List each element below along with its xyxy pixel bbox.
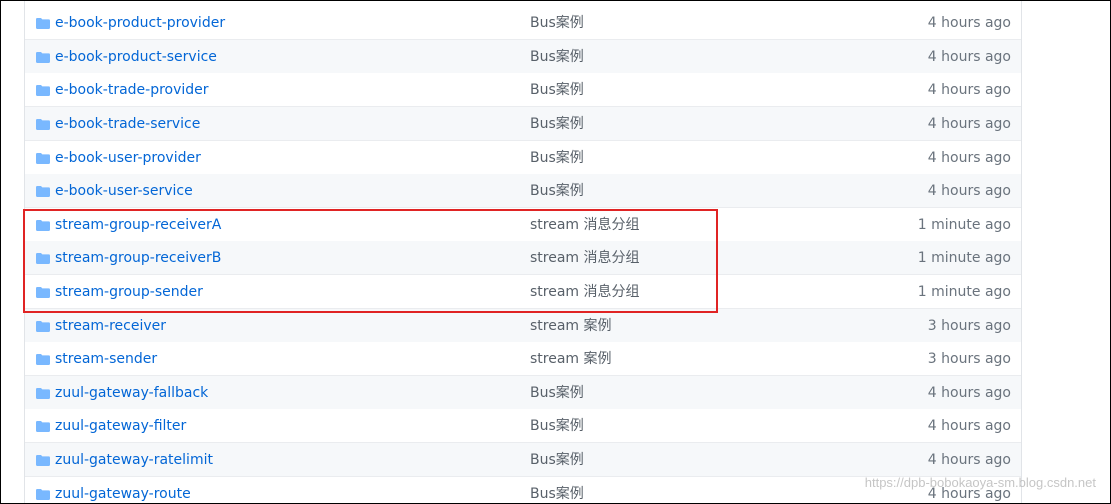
commit-message[interactable]: Bus案例 [530, 148, 584, 168]
commit-message[interactable]: Bus案例 [530, 80, 584, 100]
table-row: stream-group-receiverB stream 消息分组 1 min… [25, 241, 1021, 275]
commit-message[interactable]: Bus案例 [530, 13, 584, 33]
folder-icon [36, 489, 50, 500]
folder-icon [36, 354, 50, 365]
file-name-link[interactable]: stream-group-sender [55, 282, 203, 302]
commit-age: 1 minute ago [917, 217, 1011, 233]
table-row: e-book-trade-service Bus案例 4 hours ago [25, 107, 1021, 141]
file-name-link[interactable]: stream-group-receiverA [55, 215, 221, 235]
file-name-link[interactable]: e-book-product-provider [55, 13, 225, 33]
file-name-link[interactable]: e-book-user-service [55, 181, 193, 201]
commit-message[interactable]: stream 消息分组 [530, 248, 640, 268]
table-row: e-book-user-provider Bus案例 4 hours ago [25, 141, 1021, 175]
file-list: e-book-product-provider Bus案例 4 hours ag… [24, 1, 1022, 503]
folder-icon [36, 186, 50, 197]
folder-icon [36, 85, 50, 96]
folder-icon [36, 388, 50, 399]
table-row: stream-receiver stream 案例 3 hours ago [25, 309, 1021, 343]
commit-age: 1 minute ago [917, 250, 1011, 266]
table-row: e-book-trade-provider Bus案例 4 hours ago [25, 73, 1021, 107]
table-row: stream-group-sender stream 消息分组 1 minute… [25, 275, 1021, 309]
commit-age: 4 hours ago [927, 15, 1011, 31]
folder-icon [36, 287, 50, 298]
file-name-link[interactable]: e-book-user-provider [55, 148, 201, 168]
commit-age: 4 hours ago [927, 49, 1011, 65]
folder-icon [36, 421, 50, 432]
commit-message[interactable]: Bus案例 [530, 114, 584, 134]
commit-message[interactable]: stream 消息分组 [530, 215, 640, 235]
folder-icon [36, 119, 50, 130]
commit-age: 3 hours ago [927, 318, 1011, 334]
file-name-link[interactable]: zuul-gateway-fallback [55, 383, 208, 403]
table-row: zuul-gateway-fallback Bus案例 4 hours ago [25, 376, 1021, 410]
table-row: stream-sender stream 案例 3 hours ago [25, 342, 1021, 376]
table-row: zuul-gateway-ratelimit Bus案例 4 hours ago [25, 443, 1021, 477]
commit-age: 3 hours ago [927, 351, 1011, 367]
commit-age: 4 hours ago [927, 452, 1011, 468]
file-name-link[interactable]: zuul-gateway-filter [55, 416, 186, 436]
commit-message[interactable]: Bus案例 [530, 47, 584, 67]
file-name-link[interactable]: e-book-trade-provider [55, 80, 209, 100]
file-name-link[interactable]: e-book-trade-service [55, 114, 200, 134]
file-name-link[interactable]: e-book-product-service [55, 47, 217, 67]
folder-icon [36, 18, 50, 29]
commit-message[interactable]: Bus案例 [530, 416, 584, 436]
commit-age: 4 hours ago [927, 150, 1011, 166]
file-name-link[interactable]: stream-group-receiverB [55, 248, 221, 268]
file-name-link[interactable]: zuul-gateway-route [55, 484, 191, 503]
screenshot-frame: e-book-product-provider Bus案例 4 hours ag… [0, 0, 1111, 504]
commit-message[interactable]: stream 案例 [530, 316, 612, 336]
file-name-link[interactable]: stream-sender [55, 349, 157, 369]
table-row: e-book-product-provider Bus案例 4 hours ag… [25, 6, 1021, 40]
watermark-text: https://dpb-bobokaoya-sm.blog.csdn.net [864, 475, 1096, 490]
folder-icon [36, 253, 50, 264]
commit-message[interactable]: stream 案例 [530, 349, 612, 369]
table-row: e-book-user-service Bus案例 4 hours ago [25, 174, 1021, 208]
commit-message[interactable]: Bus案例 [530, 450, 584, 470]
folder-icon [36, 220, 50, 231]
table-row: e-book-product-service Bus案例 4 hours ago [25, 40, 1021, 74]
file-name-link[interactable]: stream-receiver [55, 316, 166, 336]
commit-message[interactable]: Bus案例 [530, 181, 584, 201]
commit-age: 4 hours ago [927, 418, 1011, 434]
file-name-link[interactable]: zuul-gateway-ratelimit [55, 450, 213, 470]
commit-age: 4 hours ago [927, 183, 1011, 199]
commit-message[interactable]: Bus案例 [530, 383, 584, 403]
commit-age: 1 minute ago [917, 284, 1011, 300]
commit-message[interactable]: Bus案例 [530, 484, 584, 503]
commit-message[interactable]: stream 消息分组 [530, 282, 640, 302]
folder-icon [36, 455, 50, 466]
commit-age: 4 hours ago [927, 385, 1011, 401]
table-row: zuul-gateway-filter Bus案例 4 hours ago [25, 409, 1021, 443]
commit-age: 4 hours ago [927, 82, 1011, 98]
commit-age: 4 hours ago [927, 116, 1011, 132]
folder-icon [36, 52, 50, 63]
table-row: stream-group-receiverA stream 消息分组 1 min… [25, 208, 1021, 242]
folder-icon [36, 153, 50, 164]
folder-icon [36, 321, 50, 332]
